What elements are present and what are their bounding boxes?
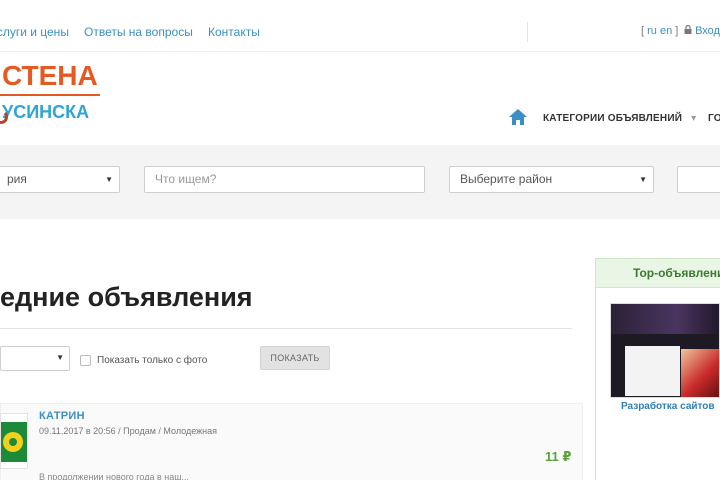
- search-input[interactable]: Что ищем?: [144, 166, 425, 193]
- photo-only-label[interactable]: Показать только с фото: [97, 355, 207, 366]
- listing-price: 11 ₽: [545, 449, 572, 464]
- nav-categories-label: КАТЕГОРИИ ОБЪЯВЛЕНИЙ: [543, 113, 683, 124]
- extra-search-field[interactable]: [677, 166, 720, 193]
- chevron-down-icon: ▼: [56, 353, 64, 362]
- topnav-link-contacts[interactable]: Контакты: [208, 25, 260, 39]
- home-icon[interactable]: [508, 108, 528, 126]
- listing-title[interactable]: КАТРИН: [39, 410, 85, 422]
- listing-meta: 09.11.2017 в 20:56 / Продам / Молодежная: [39, 426, 218, 436]
- listing-thumbnail[interactable]: [0, 413, 28, 469]
- chevron-down-icon: ▼: [639, 175, 647, 184]
- heading-divider: [0, 328, 572, 329]
- topnav-link-services[interactable]: Услуги и цены: [0, 25, 69, 39]
- chevron-down-icon: ▼: [105, 175, 113, 184]
- language-switcher: [ ru en ]: [641, 25, 679, 37]
- nav-next[interactable]: ГО: [708, 113, 720, 124]
- logo-line2[interactable]: УСИНСКА: [2, 101, 89, 123]
- chevron-down-icon: ▾: [691, 113, 697, 124]
- show-button[interactable]: ПОКАЗАТЬ: [260, 346, 330, 370]
- top-ads-heading: Top-объявлени: [595, 258, 720, 288]
- promo-banner: [611, 304, 719, 334]
- divider: [527, 22, 528, 42]
- page-title: едние объявления: [0, 282, 253, 312]
- topnav-link-faq[interactable]: Ответы на вопросы: [84, 25, 193, 39]
- district-select[interactable]: Выберите район ▼: [449, 166, 654, 193]
- photo-only-checkbox[interactable]: [80, 355, 91, 366]
- logo-line1[interactable]: СТЕНА: [2, 60, 98, 92]
- district-select-value: Выберите район: [460, 172, 553, 186]
- lock-icon: [684, 24, 695, 37]
- login-link[interactable]: Вход: [684, 24, 720, 37]
- page: Услуги и цены Ответы на вопросы Контакты…: [0, 0, 720, 480]
- logo-underline: [0, 94, 100, 96]
- listing-card[interactable]: [0, 403, 583, 480]
- category-select-value: рия: [7, 172, 27, 186]
- nav-categories[interactable]: КАТЕГОРИИ ОБЪЯВЛЕНИЙ ▾: [543, 113, 696, 124]
- lang-en-link[interactable]: en: [660, 25, 672, 37]
- promo-caption-link[interactable]: Разработка сайтов: [621, 401, 715, 412]
- promo-grid: [625, 346, 680, 396]
- promo-photo: [681, 349, 719, 397]
- category-select[interactable]: рия ▼: [0, 166, 120, 193]
- lang-ru-link[interactable]: ru: [647, 25, 657, 37]
- listing-description: В продолжении нового года в наш...: [39, 472, 189, 480]
- login-label: Вход: [695, 25, 720, 37]
- promo-image[interactable]: [610, 303, 720, 398]
- sort-select[interactable]: ▼: [0, 346, 70, 371]
